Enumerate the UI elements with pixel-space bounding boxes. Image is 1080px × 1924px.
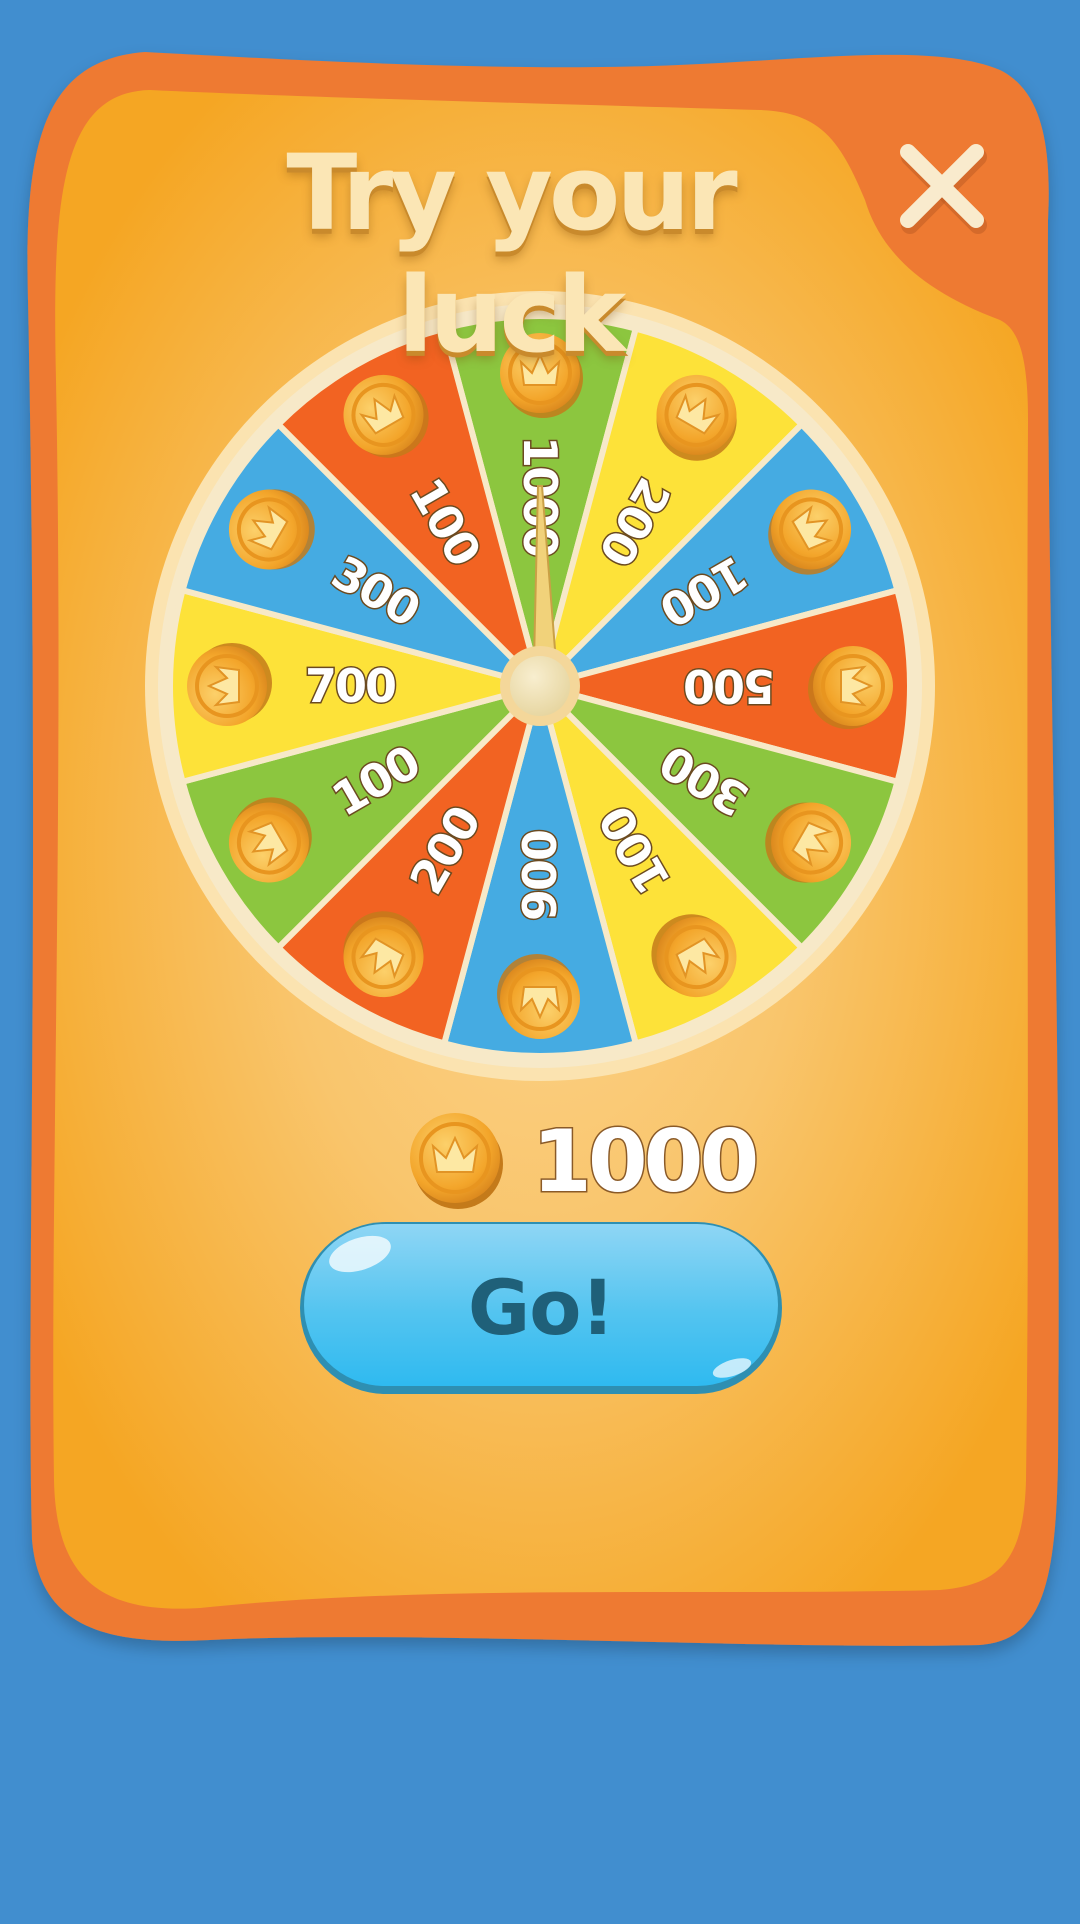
- go-button[interactable]: [300, 1222, 782, 1394]
- page-title: Try your luck: [286, 132, 737, 376]
- coin-balance: 1000: [530, 1111, 760, 1214]
- prize-wheel[interactable]: 1000200100500300100900200100700300100: [145, 291, 935, 1081]
- wheel-segment-label: 700: [305, 659, 395, 713]
- wheel-hub: [510, 656, 570, 716]
- spin-wheel-screen: 1000200100500300100900200100700300100 Tr…: [0, 0, 1080, 1920]
- wheel-segment-label: 500: [685, 659, 775, 713]
- wheel-segment-label: 900: [513, 831, 567, 921]
